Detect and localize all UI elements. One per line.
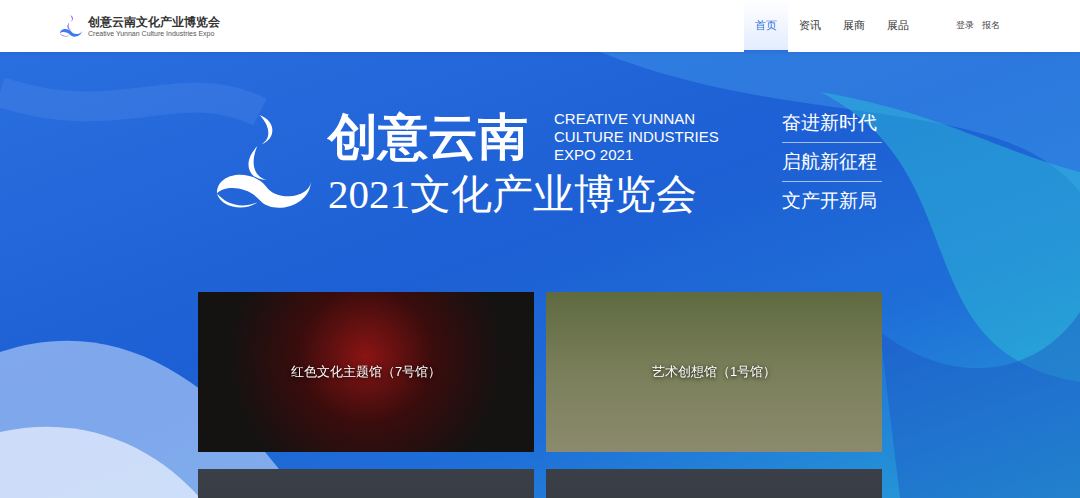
hall-card[interactable]: 红色文化主题馆（7号馆） <box>198 292 534 452</box>
brand[interactable]: 创意云南文化产业博览会 Creative Yunnan Culture Indus… <box>58 0 220 52</box>
hall-label: 红色文化主题馆（7号馆） <box>283 362 449 382</box>
banner-english: CREATIVE YUNNANCULTURE INDUSTRIESEXPO 20… <box>554 110 719 164</box>
banner-title: 创意云南 <box>328 112 528 162</box>
nav-item[interactable]: 展商 <box>832 0 876 52</box>
slogan: 启航新征程 <box>782 143 882 182</box>
nav-item[interactable]: 展品 <box>876 0 920 52</box>
hall-card[interactable]: 艺术创想馆（1号馆） <box>546 292 882 452</box>
banner-subtitle: 2021文化产业博览会 <box>328 174 719 215</box>
main-nav: 首页资讯展商展品 <box>744 0 920 52</box>
nav-item[interactable]: 资讯 <box>788 0 832 52</box>
brand-subtitle: Creative Yunnan Culture Industries Expo <box>88 30 220 37</box>
page: 创意云南文化产业博览会 Creative Yunnan Culture Indus… <box>0 0 1080 498</box>
background-swirl-icon <box>0 52 1080 498</box>
top-bar: 创意云南文化产业博览会 Creative Yunnan Culture Indus… <box>0 0 1080 52</box>
hall-card[interactable] <box>198 469 534 498</box>
expo-logo-icon <box>58 13 84 39</box>
account-links: 登录报名 <box>956 0 1000 52</box>
slogan: 文产开新局 <box>782 182 882 220</box>
nav-item[interactable]: 首页 <box>744 0 788 52</box>
slogans: 奋进新时代启航新征程文产开新局 <box>782 104 882 220</box>
hall-grid: 红色文化主题馆（7号馆） 艺术创想馆（1号馆） <box>198 292 882 498</box>
hero: 创意云南 CREATIVE YUNNANCULTURE INDUSTRIESEXP… <box>0 52 1080 498</box>
expo-logo-icon <box>208 106 320 218</box>
hall-card[interactable] <box>546 469 882 498</box>
account-link[interactable]: 登录 <box>956 19 974 33</box>
expo-banner: 创意云南 CREATIVE YUNNANCULTURE INDUSTRIESEXP… <box>198 104 882 220</box>
account-link[interactable]: 报名 <box>982 19 1000 33</box>
brand-name: 创意云南文化产业博览会 <box>88 16 220 28</box>
hall-label: 艺术创想馆（1号馆） <box>644 362 784 382</box>
slogan: 奋进新时代 <box>782 104 882 143</box>
